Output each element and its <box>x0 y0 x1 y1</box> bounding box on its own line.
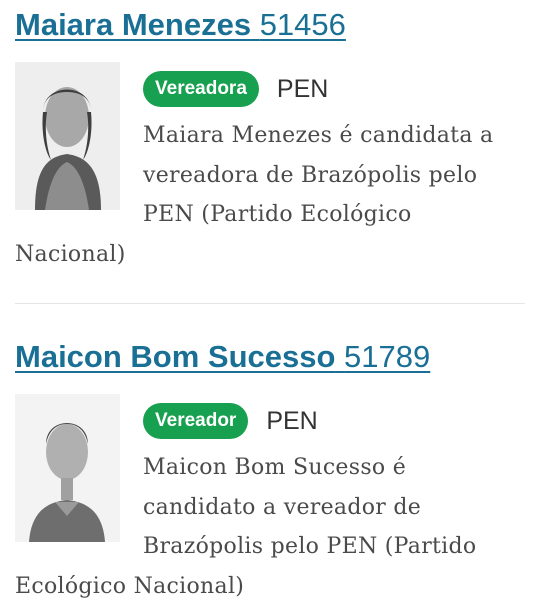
candidate-photo[interactable] <box>15 394 120 542</box>
candidate-name-link[interactable]: Maiara Menezes 51456 <box>15 8 525 42</box>
role-party-line: Vereador PEN <box>143 394 525 448</box>
candidate-card: Maicon Bom Sucesso 51789 Vereador PEN Ma… <box>15 340 525 606</box>
candidate-photo[interactable] <box>15 62 120 210</box>
party-label: PEN <box>266 406 318 435</box>
candidate-body: Vereadora PEN Maiara Menezes é candidata… <box>15 62 525 274</box>
candidate-name-link[interactable]: Maicon Bom Sucesso 51789 <box>15 340 525 374</box>
role-badge: Vereadora <box>143 71 259 107</box>
divider <box>15 303 525 304</box>
role-party-line: Vereadora PEN <box>143 62 525 116</box>
candidate-card: Maiara Menezes 51456 Vereadora PEN Maiar… <box>15 8 525 274</box>
candidate-number: 51789 <box>344 339 431 374</box>
candidate-number: 51456 <box>259 7 346 42</box>
role-badge: Vereador <box>143 403 249 439</box>
party-label: PEN <box>276 74 329 103</box>
candidate-name: Maiara Menezes <box>15 7 252 42</box>
candidate-name: Maicon Bom Sucesso <box>15 339 336 374</box>
candidate-body: Vereador PEN Maicon Bom Sucesso é candid… <box>15 394 525 606</box>
